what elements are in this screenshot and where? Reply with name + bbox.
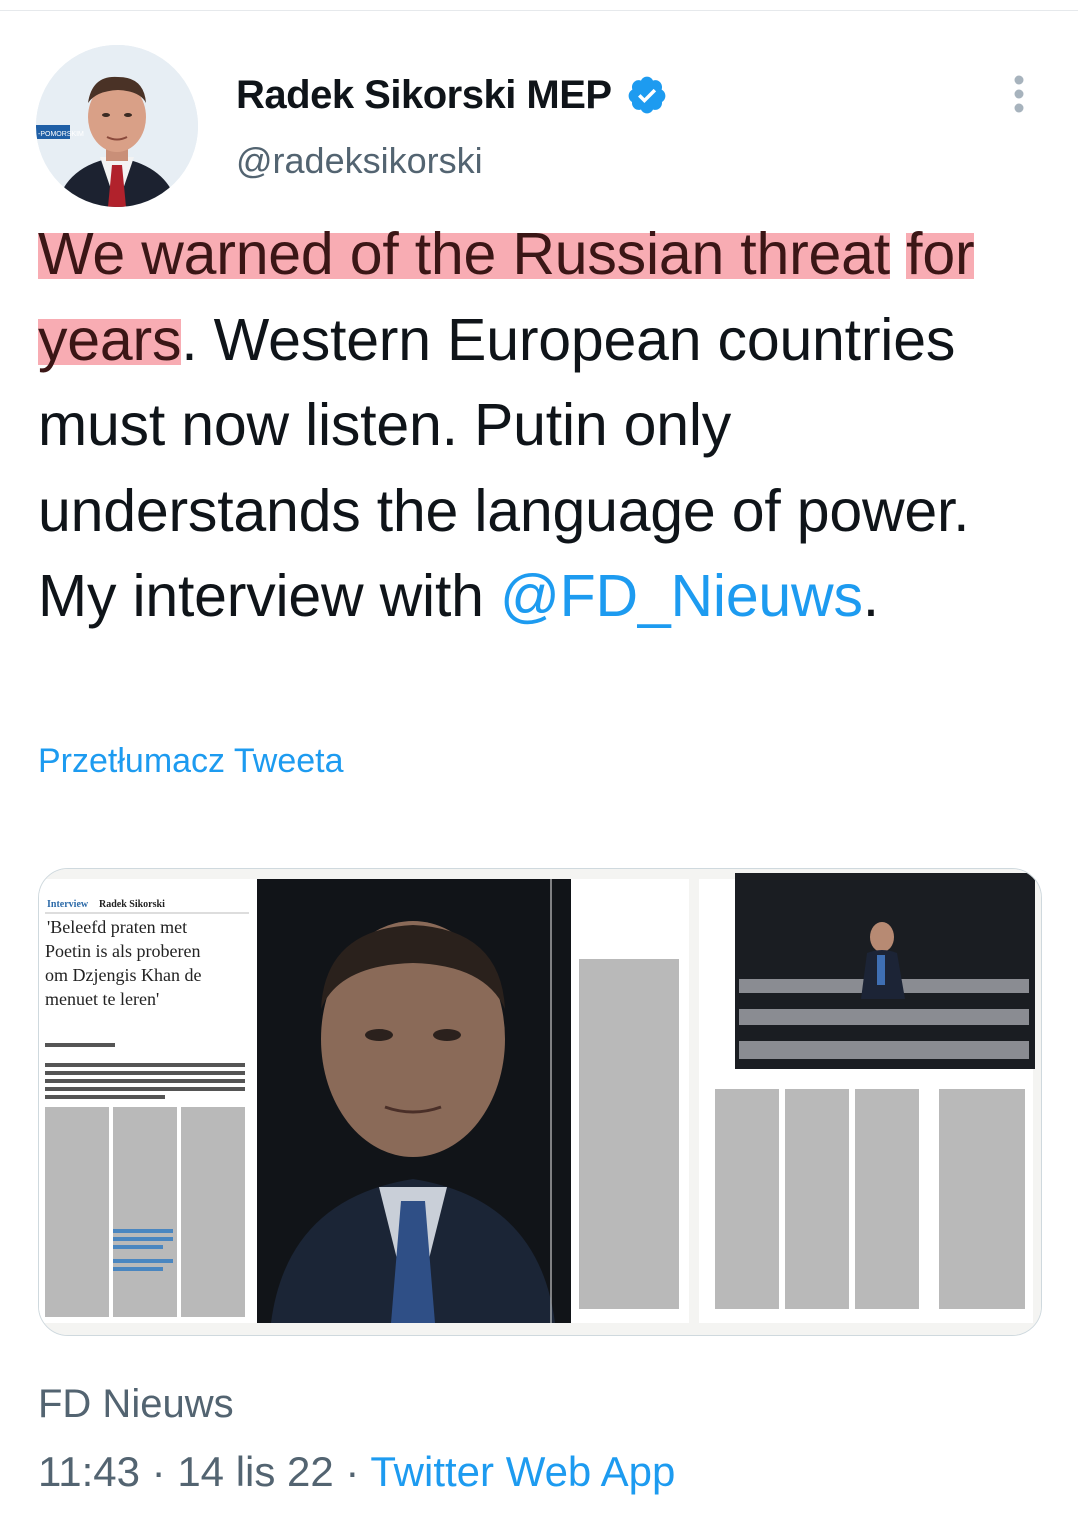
author-avatar[interactable]: -POMORSKIM [36, 45, 198, 207]
author-name-row[interactable]: Radek Sikorski MEP [236, 70, 668, 120]
author-name[interactable]: Radek Sikorski MEP [236, 73, 612, 118]
verified-badge-icon [628, 76, 665, 114]
top-divider [0, 0, 1078, 11]
tweet-end: . [862, 563, 879, 629]
avatar-photo: -POMORSKIM [36, 45, 198, 207]
meta-separator: · [140, 1448, 178, 1495]
headline-line: menuet te leren' [45, 989, 159, 1009]
translate-tweet-link[interactable]: Przetłumacz Tweeta [38, 742, 344, 781]
tweet-text: We warned of the Russian threat for year… [38, 212, 1048, 640]
more-options-icon[interactable] [1012, 74, 1026, 114]
highlighted-text: We warned of the Russian threat [38, 221, 890, 287]
newspaper-scan: Interview Radek Sikorski 'Beleefd praten… [39, 869, 1041, 1335]
mention-link[interactable]: @FD_Nieuws [500, 563, 863, 629]
tweet-time[interactable]: 11:43 [38, 1448, 140, 1495]
interview-person: Radek Sikorski [99, 899, 165, 910]
interview-section-label: Interview [47, 899, 89, 910]
tweet-source-app[interactable]: Twitter Web App [370, 1448, 675, 1495]
author-handle[interactable]: @radeksikorski [236, 140, 483, 182]
headline-line: Poetin is als proberen [45, 941, 200, 961]
headline-line: 'Beleefd praten met [47, 917, 187, 937]
avatar-logo-text: -POMORSKIM [38, 131, 84, 138]
tweet-date[interactable]: 14 lis 22 [177, 1448, 333, 1495]
meta-separator: · [333, 1448, 371, 1495]
tweet-meta: 11:43 · 14 lis 22 · Twitter Web App [38, 1448, 675, 1496]
source-label[interactable]: FD Nieuws [38, 1382, 234, 1427]
headline-line: om Dzjengis Khan de [45, 965, 201, 985]
tweet-media-image[interactable]: Interview Radek Sikorski 'Beleefd praten… [38, 868, 1042, 1336]
